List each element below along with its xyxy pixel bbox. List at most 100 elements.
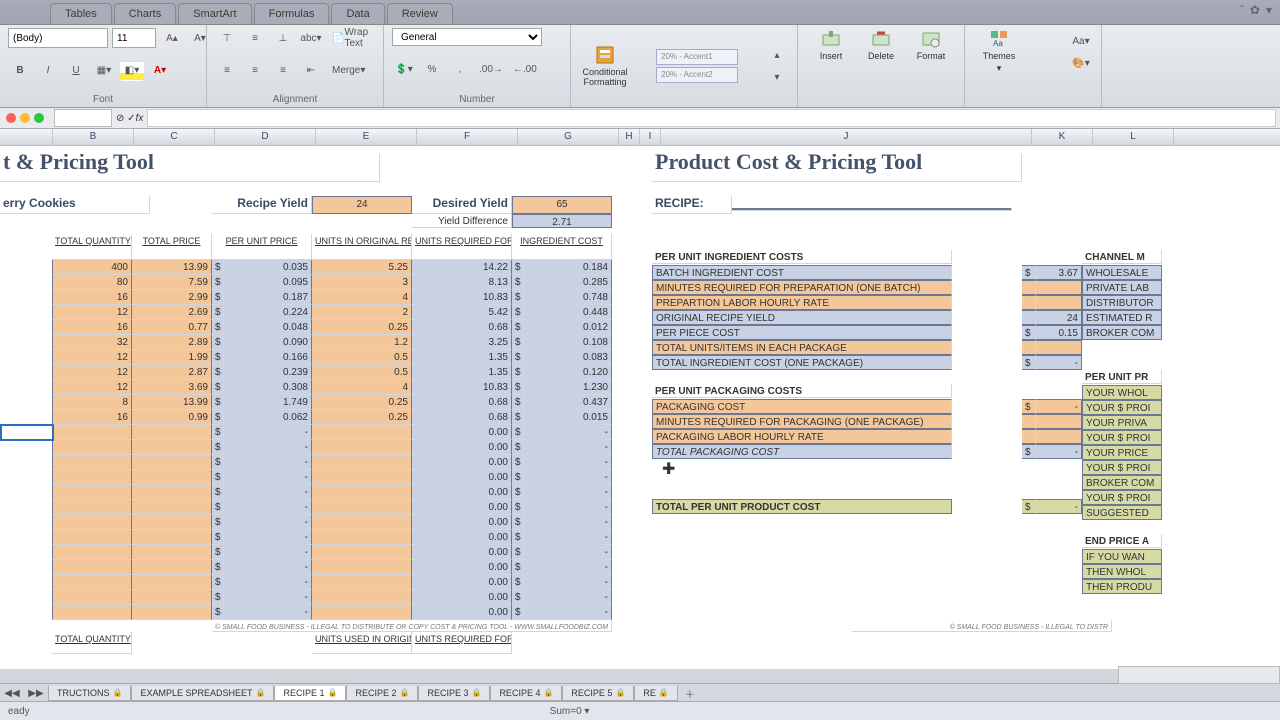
dollar[interactable]: $	[212, 485, 224, 500]
dollar[interactable]: $	[512, 485, 524, 500]
total-price[interactable]	[132, 530, 212, 545]
total-price[interactable]: 7.59	[132, 275, 212, 290]
caret-icon[interactable]: ▾	[1266, 3, 1272, 17]
frag[interactable]: YOUR PRICE	[1082, 445, 1162, 460]
units-req[interactable]: 3.25	[412, 335, 512, 350]
units-req[interactable]: 5.42	[412, 305, 512, 320]
ribbon-tab[interactable]: Formulas	[254, 3, 330, 24]
sheet-tab[interactable]: RECIPE 2🔒	[346, 686, 418, 701]
dollar[interactable]: $	[512, 335, 524, 350]
per-unit-price[interactable]: 0.187	[224, 290, 312, 305]
font-color-button[interactable]: A▾	[148, 61, 172, 81]
units-orig[interactable]	[312, 500, 412, 515]
ingredient-cost[interactable]: 0.184	[524, 260, 612, 275]
chevron-icon[interactable]: ˆ	[1240, 3, 1244, 17]
border-button[interactable]: ▦▾	[92, 61, 116, 81]
per-unit-price[interactable]: -	[224, 455, 312, 470]
increase-font-icon[interactable]: A▴	[160, 28, 184, 48]
total-price[interactable]: 3.69	[132, 380, 212, 395]
per-unit-price[interactable]: -	[224, 560, 312, 575]
units-req[interactable]: 0.68	[412, 320, 512, 335]
recipe-yield[interactable]: 24	[312, 196, 412, 214]
ingredient-cost[interactable]: 0.437	[524, 395, 612, 410]
units-orig[interactable]	[312, 575, 412, 590]
ingredient-cost[interactable]: 0.120	[524, 365, 612, 380]
align-center-icon[interactable]: ≡	[243, 61, 267, 81]
dollar[interactable]: $	[212, 395, 224, 410]
horizontal-scrollbar[interactable]	[1118, 666, 1280, 684]
dollar[interactable]: $	[212, 380, 224, 395]
frag[interactable]: WHOLESALE	[1082, 265, 1162, 280]
dollar[interactable]: $	[212, 275, 224, 290]
dollar[interactable]: $	[212, 365, 224, 380]
add-sheet-button[interactable]: ＋	[678, 683, 702, 703]
dollar[interactable]: $	[212, 605, 224, 620]
align-left-icon[interactable]: ≡	[215, 61, 239, 81]
rule[interactable]	[732, 208, 1012, 211]
ingredient-cost[interactable]: -	[524, 545, 612, 560]
font-name-select[interactable]	[8, 28, 108, 48]
dollar[interactable]: $	[1022, 499, 1036, 514]
label[interactable]: PREPARTION LABOR HOURLY RATE	[652, 295, 952, 310]
dollar[interactable]: $	[212, 260, 224, 275]
units-req[interactable]: 0.00	[412, 575, 512, 590]
units-req[interactable]: 14.22	[412, 260, 512, 275]
ingredient-cost[interactable]: -	[524, 605, 612, 620]
themes-button[interactable]: AaThemes▾	[973, 27, 1025, 76]
dollar[interactable]: $	[512, 455, 524, 470]
dollar[interactable]	[1022, 280, 1036, 295]
ribbon-tab[interactable]: SmartArt	[178, 3, 251, 24]
dollar[interactable]: $	[512, 530, 524, 545]
total-price[interactable]: 0.77	[132, 320, 212, 335]
per-unit-price[interactable]: -	[224, 440, 312, 455]
ribbon-tab[interactable]: Charts	[114, 3, 176, 24]
ribbon-tab[interactable]: Review	[387, 3, 453, 24]
total-price[interactable]	[132, 440, 212, 455]
col-hdr[interactable]: UNITS REQUIRED FOR DESIRED YIELD	[412, 234, 512, 260]
underline-button[interactable]: U	[64, 61, 88, 81]
dollar[interactable]: $	[212, 530, 224, 545]
dollar[interactable]: $	[1022, 325, 1036, 340]
tab-scroll-left-icon[interactable]: ◀◀	[0, 683, 24, 703]
label[interactable]: ORIGINAL RECIPE YIELD	[652, 310, 952, 325]
dollar[interactable]: $	[512, 500, 524, 515]
per-unit-price[interactable]: 1.749	[224, 395, 312, 410]
per-unit-price[interactable]: -	[224, 605, 312, 620]
frag[interactable]: PRIVATE LAB	[1082, 280, 1162, 295]
qty[interactable]: 12	[52, 350, 132, 365]
percent-button[interactable]: %	[420, 60, 444, 80]
units-orig[interactable]	[312, 560, 412, 575]
total-price[interactable]	[132, 455, 212, 470]
total-label[interactable]: TOTAL PER UNIT PRODUCT COST	[652, 499, 952, 514]
col-hdr[interactable]: PER UNIT PRICE	[212, 234, 312, 260]
label[interactable]: Recipe Yield	[212, 196, 312, 214]
label[interactable]: PACKAGING LABOR HOURLY RATE	[652, 429, 952, 444]
ingredient-cost[interactable]: -	[524, 530, 612, 545]
dollar[interactable]: $	[512, 260, 524, 275]
dollar[interactable]: $	[212, 455, 224, 470]
ingredient-cost[interactable]: -	[524, 575, 612, 590]
units-orig[interactable]	[312, 590, 412, 605]
label[interactable]: TOTAL UNITS/ITEMS IN EACH PACKAGE	[652, 340, 952, 355]
units-req[interactable]: 0.68	[412, 395, 512, 410]
qty[interactable]: 12	[52, 365, 132, 380]
style-accent2[interactable]: 20% - Accent2	[656, 67, 738, 83]
theme-colors-button[interactable]: 🎨▾	[1069, 53, 1093, 73]
fx-icon[interactable]: ⊘ ✓	[116, 113, 136, 124]
units-orig[interactable]: 0.25	[312, 410, 412, 425]
delete-cells-button[interactable]: Delete	[856, 27, 906, 63]
dollar[interactable]: $	[512, 440, 524, 455]
ingredient-cost[interactable]: -	[524, 440, 612, 455]
qty[interactable]	[52, 530, 132, 545]
sheet-tab[interactable]: RE🔒	[634, 686, 677, 701]
dollar[interactable]: $	[1022, 444, 1036, 459]
per-unit-price[interactable]: 0.166	[224, 350, 312, 365]
dollar[interactable]: $	[1022, 265, 1036, 280]
qty[interactable]	[52, 425, 132, 440]
bold-button[interactable]: B	[8, 61, 32, 81]
dollar[interactable]: $	[1022, 355, 1036, 370]
merge-button[interactable]: Merge ▾	[327, 61, 370, 81]
hdr-frag[interactable]: PER UNIT PR	[1082, 370, 1162, 384]
sheet-tab[interactable]: RECIPE 1🔒	[274, 686, 346, 701]
col-hdr[interactable]: TOTAL QUANTITY	[52, 632, 132, 654]
